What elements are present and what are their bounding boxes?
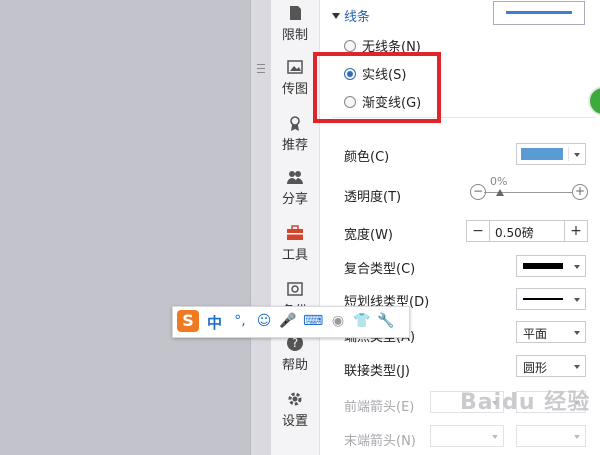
tab-tools[interactable]: 工具 bbox=[271, 224, 319, 263]
tab-settings-label: 设置 bbox=[281, 414, 308, 429]
join-type-value: 圆形 bbox=[523, 361, 548, 375]
line-style-preview[interactable] bbox=[493, 1, 585, 25]
tab-tools-label: 工具 bbox=[281, 248, 308, 263]
width-minus-button[interactable]: − bbox=[467, 221, 490, 241]
end-arrow-type-dropdown[interactable] bbox=[430, 425, 504, 447]
microphone-icon[interactable]: 🎤 bbox=[279, 312, 297, 330]
backup-icon bbox=[287, 282, 303, 296]
transparency-slider[interactable]: − 0% + bbox=[470, 175, 588, 208]
share-icon bbox=[287, 171, 303, 184]
width-plus-button[interactable]: + bbox=[564, 221, 587, 241]
tab-settings[interactable]: 设置 bbox=[271, 390, 319, 429]
color-swatch bbox=[521, 148, 563, 160]
skin-shirt-icon[interactable]: 👕 bbox=[353, 312, 371, 330]
panel-resize-rail[interactable] bbox=[250, 0, 271, 455]
color-label: 颜色(C) bbox=[344, 150, 390, 165]
dropdown-arrow-icon bbox=[574, 331, 580, 335]
tab-restrict[interactable]: 限制 bbox=[271, 4, 319, 43]
dropdown-arrow-icon bbox=[574, 298, 580, 302]
transparency-label: 透明度(T) bbox=[344, 190, 402, 205]
keyboard-icon[interactable]: ⌨ bbox=[303, 312, 323, 330]
compound-type-dropdown[interactable] bbox=[516, 255, 586, 277]
watermark-text: Baidu 经验 bbox=[460, 390, 591, 415]
slider-thumb[interactable] bbox=[496, 189, 504, 196]
cap-type-dropdown[interactable]: 平面 bbox=[516, 321, 586, 343]
punctuation-icon[interactable]: °, bbox=[231, 312, 249, 330]
tab-help-label: 帮助 bbox=[281, 358, 308, 373]
recommend-icon bbox=[290, 116, 300, 131]
join-type-label: 联接类型(J) bbox=[344, 364, 410, 379]
collapse-triangle-icon[interactable] bbox=[332, 13, 340, 19]
toolbox-icon bbox=[287, 225, 303, 240]
width-label: 宽度(W) bbox=[344, 228, 393, 243]
end-arrow-label: 末端箭头(N) bbox=[344, 434, 416, 449]
tab-recommend-label: 推荐 bbox=[281, 138, 308, 153]
wrench-icon[interactable]: 🔧 bbox=[377, 312, 395, 330]
tab-share-label: 分享 bbox=[281, 192, 308, 207]
sogou-logo-icon[interactable]: S bbox=[177, 310, 199, 332]
begin-arrow-label: 前端箭头(E) bbox=[344, 400, 415, 415]
compound-type-label: 复合类型(C) bbox=[344, 262, 416, 277]
dropdown-arrow-icon bbox=[574, 153, 580, 157]
width-stepper[interactable]: − 0.50磅 + bbox=[466, 220, 588, 242]
cap-type-value: 平面 bbox=[523, 327, 548, 341]
increase-icon[interactable]: + bbox=[572, 184, 588, 200]
color-dropdown[interactable] bbox=[516, 143, 586, 165]
user-icon[interactable]: ◉ bbox=[329, 312, 347, 330]
tab-upload-label: 传图 bbox=[281, 82, 308, 97]
grip-icon[interactable] bbox=[257, 64, 265, 74]
tab-share[interactable]: 分享 bbox=[271, 168, 319, 207]
ime-toolbar[interactable]: S 中 °, ☺ 🎤 ⌨ ◉ 👕 🔧 bbox=[172, 306, 410, 338]
join-type-dropdown[interactable]: 圆形 bbox=[516, 355, 586, 377]
width-value[interactable]: 0.50磅 bbox=[495, 224, 534, 241]
tab-restrict-label: 限制 bbox=[281, 28, 308, 43]
emoji-icon[interactable]: ☺ bbox=[255, 312, 273, 330]
transparency-value: 0% bbox=[490, 175, 508, 188]
ime-mode-toggle[interactable]: 中 bbox=[207, 312, 222, 333]
dropdown-arrow-icon bbox=[574, 435, 580, 439]
end-arrow-size-dropdown[interactable] bbox=[516, 425, 586, 447]
tab-upload[interactable]: 传图 bbox=[271, 58, 319, 97]
document-canvas bbox=[0, 0, 250, 455]
upload-image-icon bbox=[287, 60, 303, 74]
compound-line-preview bbox=[523, 263, 563, 269]
settings-icon bbox=[288, 392, 302, 406]
radio-dot[interactable] bbox=[344, 40, 356, 52]
dash-line-preview bbox=[523, 298, 563, 300]
restrict-icon bbox=[290, 6, 301, 20]
tab-recommend[interactable]: 推荐 bbox=[271, 114, 319, 153]
dash-type-dropdown[interactable] bbox=[516, 288, 586, 310]
dropdown-arrow-icon bbox=[574, 265, 580, 269]
dropdown-arrow-icon bbox=[492, 435, 498, 439]
svg-text:?: ? bbox=[292, 336, 298, 350]
line-section-header[interactable]: 线条 bbox=[332, 6, 370, 25]
highlight-annotation-box bbox=[313, 52, 441, 123]
dropdown-arrow-icon bbox=[574, 365, 580, 369]
tab-help[interactable]: ? 帮助 bbox=[271, 334, 319, 373]
line-section-title: 线条 bbox=[344, 10, 371, 25]
